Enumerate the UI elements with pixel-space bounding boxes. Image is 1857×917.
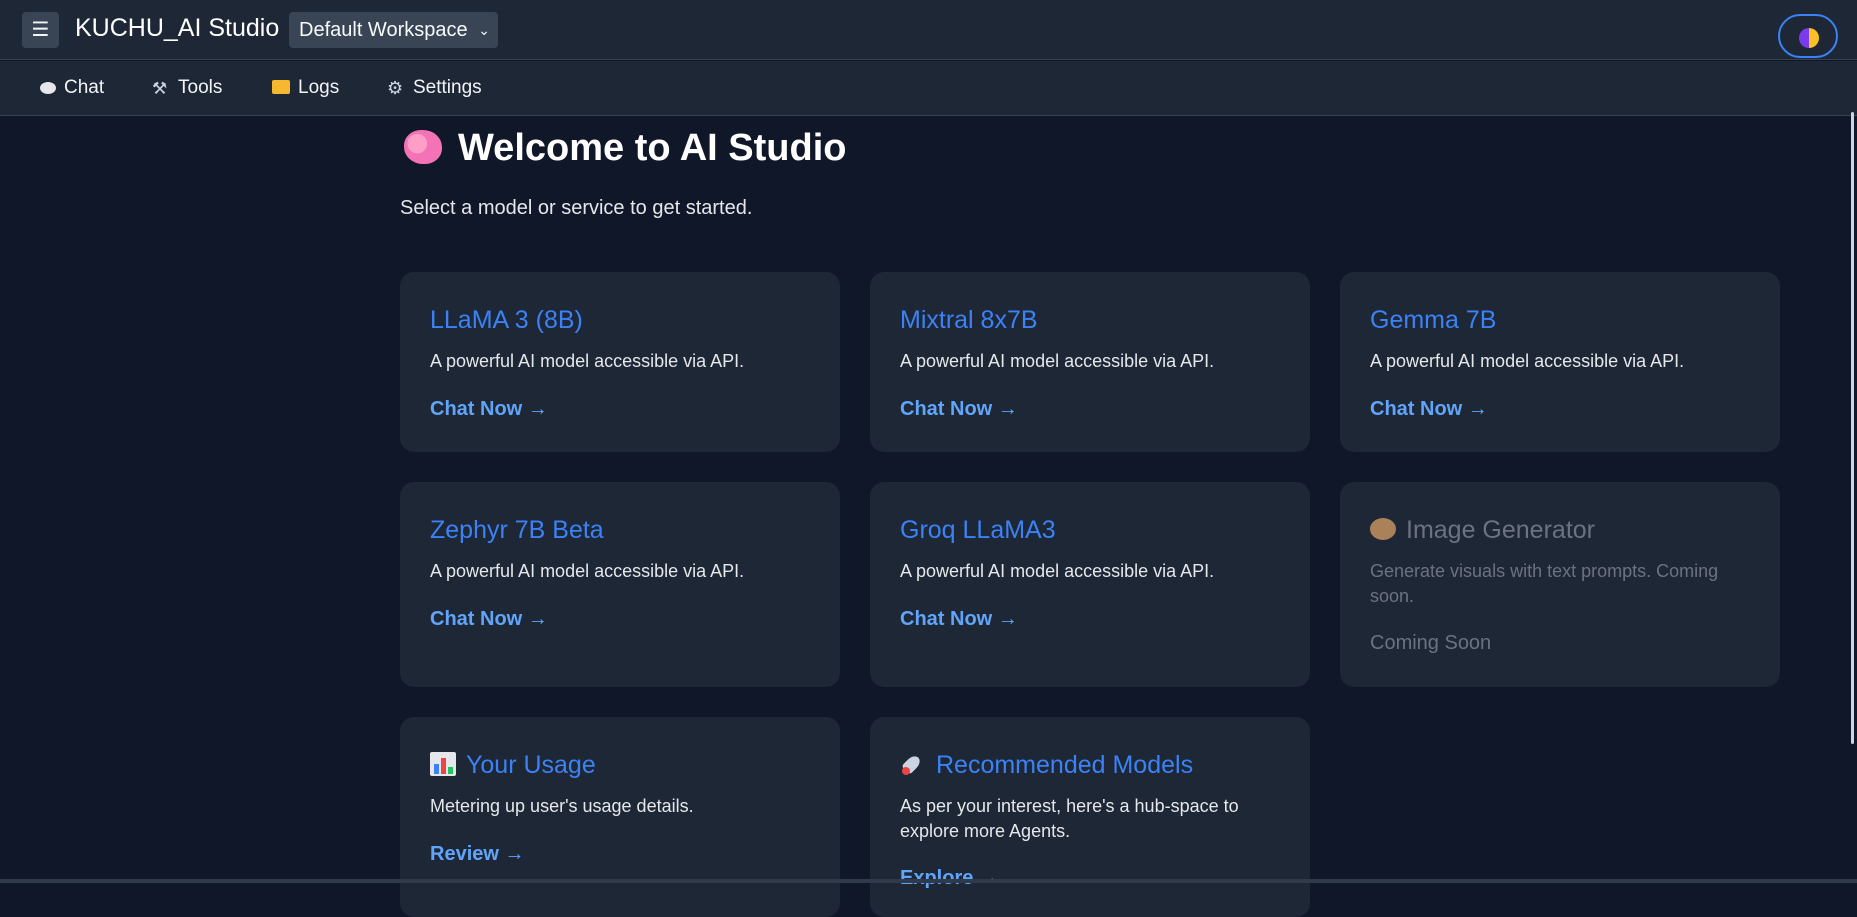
- bar-chart-icon: [430, 752, 456, 776]
- palette-icon: [1370, 518, 1396, 540]
- card-title: Recommended Models: [900, 751, 1193, 780]
- chevron-down-icon: ⌄: [478, 22, 490, 38]
- card-description: A powerful AI model accessible via API.: [430, 561, 745, 581]
- page-subtitle: Select a model or service to get started…: [400, 197, 753, 219]
- card-title: Mixtral 8x7B: [900, 306, 1038, 334]
- card-title-text: Recommended Models: [936, 751, 1194, 779]
- chat-now-link[interactable]: Chat Now →: [430, 398, 548, 421]
- card-description: Generate visuals with text prompts. Comi…: [1370, 561, 1719, 606]
- half-moon-icon: [1799, 28, 1819, 48]
- chat-now-link[interactable]: Chat Now →: [900, 608, 1018, 631]
- window-bottom-edge: [0, 879, 1857, 883]
- card-title: LLaMA 3 (8B): [430, 306, 583, 334]
- model-card-gemma[interactable]: Gemma 7B A powerful AI model accessible …: [1340, 272, 1780, 452]
- theme-toggle-button[interactable]: [1778, 14, 1838, 58]
- image-generator-card: Image Generator Generate visuals with te…: [1340, 482, 1780, 687]
- tab-settings-label: Settings: [413, 77, 482, 98]
- nav-tabs: Chat ⚒ Tools Logs ⚙ Settings: [0, 61, 1857, 116]
- card-description: A powerful AI model accessible via API.: [900, 351, 1215, 371]
- chat-now-link[interactable]: Chat Now →: [1370, 398, 1488, 421]
- tab-logs[interactable]: Logs: [272, 77, 339, 99]
- tab-tools[interactable]: ⚒ Tools: [152, 77, 222, 99]
- chat-now-link[interactable]: Chat Now →: [430, 608, 548, 631]
- gear-icon: ⚙: [387, 78, 404, 98]
- card-title: Your Usage: [430, 751, 596, 780]
- workspace-select[interactable]: Default Workspace ⌄: [289, 12, 498, 48]
- tab-logs-label: Logs: [298, 77, 340, 98]
- folder-icon: [272, 80, 290, 94]
- model-card-llama3[interactable]: LLaMA 3 (8B) A powerful AI model accessi…: [400, 272, 840, 452]
- coming-soon-label: Coming Soon: [1370, 632, 1492, 654]
- review-link[interactable]: Review →: [430, 843, 524, 866]
- workspace-select-value: Default Workspace: [299, 19, 468, 41]
- recommended-models-card[interactable]: Recommended Models As per your interest,…: [870, 717, 1310, 917]
- card-title: Gemma 7B: [1370, 306, 1497, 334]
- scrollbar[interactable]: [1851, 112, 1854, 744]
- top-bar: ☰ KUCHU_AI Studio Default Workspace ⌄: [0, 0, 1857, 60]
- tab-tools-label: Tools: [178, 77, 223, 98]
- chat-now-link[interactable]: Chat Now →: [900, 398, 1018, 421]
- brain-icon: [404, 130, 442, 164]
- card-description: A powerful AI model accessible via API.: [430, 351, 745, 371]
- model-card-mixtral[interactable]: Mixtral 8x7B A powerful AI model accessi…: [870, 272, 1310, 452]
- rocket-icon: [900, 752, 926, 776]
- card-description: A powerful AI model accessible via API.: [1370, 351, 1685, 371]
- tab-chat[interactable]: Chat: [40, 77, 104, 99]
- tab-chat-label: Chat: [64, 77, 105, 98]
- card-title-text: Your Usage: [466, 751, 596, 779]
- usage-card[interactable]: Your Usage Metering up user's usage deta…: [400, 717, 840, 917]
- page-title: Welcome to AI Studio: [404, 127, 846, 177]
- model-card-zephyr[interactable]: Zephyr 7B Beta A powerful AI model acces…: [400, 482, 840, 687]
- card-description: As per your interest, here's a hub-space…: [900, 796, 1239, 841]
- card-title-text: Image Generator: [1406, 516, 1595, 544]
- menu-button[interactable]: ☰: [22, 12, 59, 48]
- app-title: KUCHU_AI Studio: [75, 14, 280, 42]
- card-description: Metering up user's usage details.: [430, 796, 694, 816]
- card-description: A powerful AI model accessible via API.: [900, 561, 1215, 581]
- card-title: Image Generator: [1370, 516, 1595, 545]
- model-card-groq-llama3[interactable]: Groq LLaMA3 A powerful AI model accessib…: [870, 482, 1310, 687]
- page-title-text: Welcome to AI Studio: [458, 127, 847, 169]
- chat-bubble-icon: [40, 82, 56, 94]
- tools-icon: ⚒: [152, 79, 168, 98]
- card-title: Groq LLaMA3: [900, 516, 1056, 544]
- card-title: Zephyr 7B Beta: [430, 516, 604, 544]
- hamburger-icon: ☰: [31, 19, 50, 41]
- tab-settings[interactable]: ⚙ Settings: [387, 77, 482, 99]
